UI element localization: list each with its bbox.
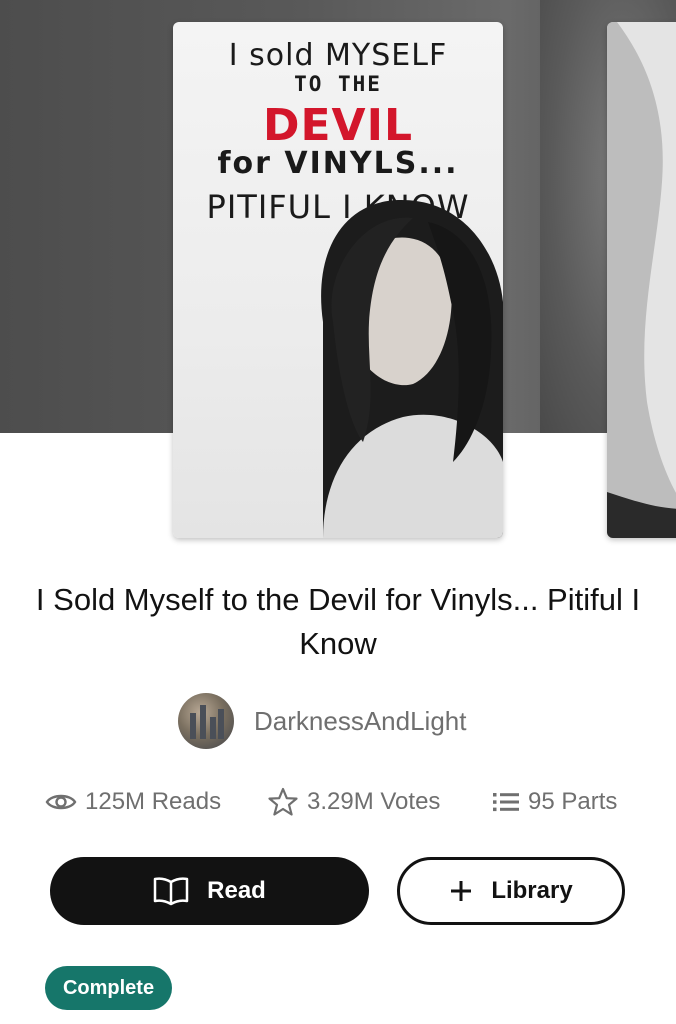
avatar [178,693,234,749]
reads-count: 125M Reads [85,788,222,815]
cover-portrait [321,199,503,538]
read-button[interactable]: Read [50,857,369,925]
read-button-label: Read [207,877,266,904]
book-icon [153,877,189,906]
votes-count: 3.29M Votes [307,788,441,815]
author-name: DarknessAndLight [254,705,467,736]
status-badge: Complete [45,966,172,1010]
votes-stat: 3.29M Votes [267,782,440,822]
story-cover[interactable]: I sold MYSELF TO THE DEVIL for VINYLS...… [173,22,503,538]
library-button-label: Library [491,877,573,904]
parts-stat: 95 Parts [492,782,617,822]
next-cover-image [607,22,676,538]
plus-icon [451,881,472,901]
story-title: I Sold Myself to the Devil for Vinyls...… [35,582,641,661]
story-details-page: I sold MYSELF TO THE DEVIL for VINYLS...… [0,0,676,1024]
reads-stat: 125M Reads [45,782,221,822]
star-icon [268,787,298,816]
story-stats: 125M Reads 3.29M Votes 95 Parts [45,782,645,822]
author-link[interactable]: DarknessAndLight [178,693,466,749]
eye-icon [45,794,77,810]
next-story-cover[interactable] [607,22,676,538]
parts-count: 95 Parts [528,788,618,815]
list-icon [493,793,519,812]
add-to-library-button[interactable]: Library [397,857,625,925]
